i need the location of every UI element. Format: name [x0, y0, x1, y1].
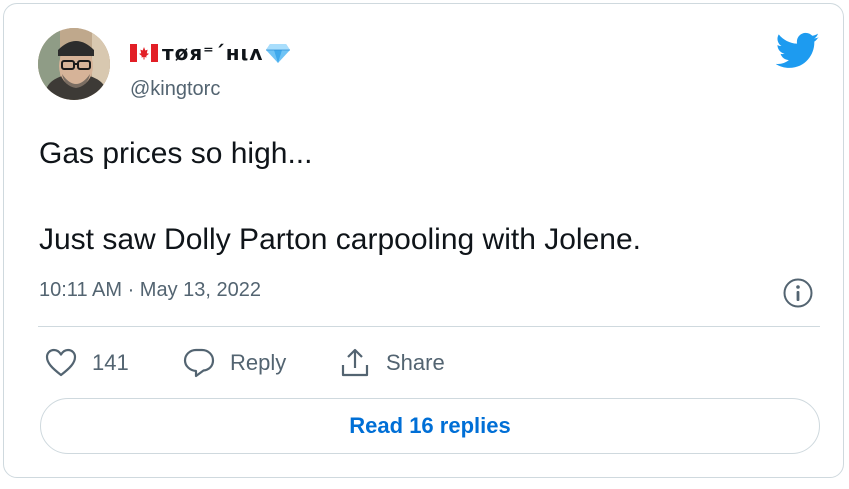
reply-bubble-icon — [183, 348, 215, 378]
tweet-timestamp[interactable]: 10:11 AM · May 13, 2022 — [39, 279, 261, 302]
author-name-row[interactable]: тøя⁼ˊнιʌ — [130, 39, 291, 67]
blue-diamond-icon — [266, 44, 291, 63]
author-display-name[interactable]: тøя⁼ˊнιʌ — [162, 41, 263, 65]
read-replies-button[interactable]: Read 16 replies — [40, 398, 820, 454]
canada-flag-icon — [130, 44, 158, 62]
share-upload-icon — [341, 348, 369, 377]
like-count: 141 — [92, 350, 129, 375]
info-icon[interactable] — [782, 277, 814, 309]
author-handle[interactable]: @kingtorc — [130, 78, 220, 101]
avatar[interactable] — [38, 28, 110, 100]
tweet-text: Gas prices so high... Just saw Dolly Par… — [39, 137, 641, 256]
reply-label: Reply — [230, 350, 287, 375]
divider — [38, 326, 820, 327]
twitter-bird-icon[interactable] — [776, 32, 820, 70]
reply-button[interactable]: Reply — [182, 346, 286, 380]
heart-icon — [45, 348, 77, 377]
share-button[interactable]: Share — [338, 346, 445, 380]
like-button[interactable]: 141 — [44, 346, 129, 380]
tweet-card: тøя⁼ˊнιʌ @kingtorc Gas prices so high...… — [3, 3, 844, 478]
share-label: Share — [386, 350, 445, 375]
